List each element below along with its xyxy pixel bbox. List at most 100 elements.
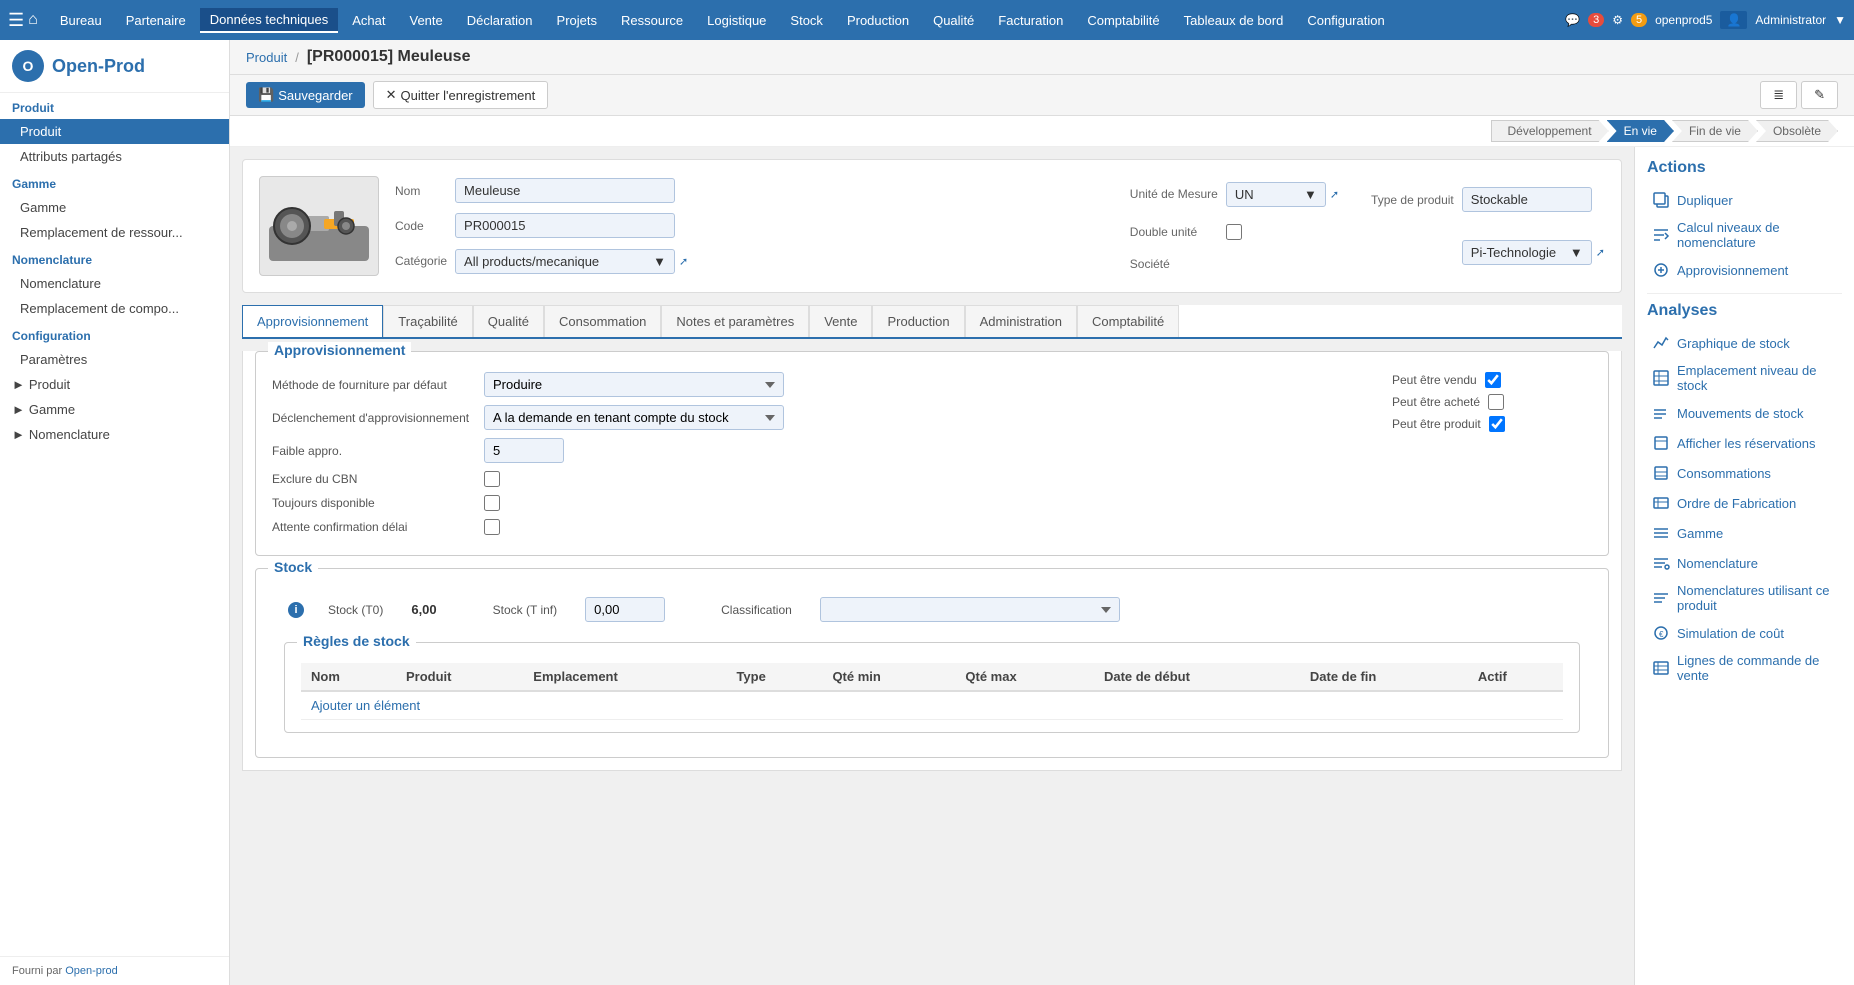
nav-logistique[interactable]: Logistique (697, 9, 776, 32)
sidebar-item-nomenclature[interactable]: Nomenclature (0, 271, 229, 296)
hamburger-icon[interactable]: ☰ (8, 10, 24, 31)
sidebar-group-gamme[interactable]: ► Gamme (0, 397, 229, 422)
breadcrumb-parent[interactable]: Produit (246, 50, 287, 65)
declenchement-select[interactable]: A la demande en tenant compte du stock (484, 405, 784, 430)
tab-production[interactable]: Production (872, 305, 964, 337)
tab-approvisionnement[interactable]: Approvisionnement (242, 305, 383, 339)
tab-tracabilite[interactable]: Traçabilité (383, 305, 472, 337)
regles-section: Règles de stock Nom Produit Emplacement … (284, 642, 1580, 733)
navbar-brand: ☰ ⌂ (8, 10, 38, 31)
status-developpement[interactable]: Développement (1491, 120, 1609, 142)
nav-projets[interactable]: Projets (547, 9, 607, 32)
analyse-reservations[interactable]: Afficher les réservations (1647, 428, 1842, 458)
sidebar-section-nomenclature[interactable]: Nomenclature (0, 245, 229, 271)
nav-comptabilite[interactable]: Comptabilité (1077, 9, 1169, 32)
nav-achat[interactable]: Achat (342, 9, 395, 32)
tab-consommation[interactable]: Consommation (544, 305, 661, 337)
unite-select[interactable]: UN ▼ (1226, 182, 1326, 207)
tab-administration[interactable]: Administration (965, 305, 1077, 337)
faible-input[interactable] (484, 438, 564, 463)
nav-vente[interactable]: Vente (400, 9, 453, 32)
chevron-right-icon-2: ► (12, 402, 25, 417)
sidebar-item-produit[interactable]: Produit (0, 119, 229, 144)
analyse-gamme[interactable]: Gamme (1647, 518, 1842, 548)
save-button[interactable]: 💾 Sauvegarder (246, 82, 365, 108)
status-obsolete[interactable]: Obsolète (1756, 120, 1838, 142)
action-dupliquer[interactable]: Dupliquer (1647, 185, 1842, 215)
peut-achete-checkbox[interactable] (1488, 394, 1504, 410)
sidebar-item-gamme[interactable]: Gamme (0, 195, 229, 220)
analyse-emplacement-stock[interactable]: Emplacement niveau de stock (1647, 358, 1842, 398)
attente-checkbox[interactable] (484, 519, 500, 535)
analyse-lignes-commande[interactable]: Lignes de commande de vente (1647, 648, 1842, 688)
unite-external-link[interactable]: ➚ (1330, 188, 1339, 201)
categorie-select[interactable]: All products/mecanique ▼ (455, 249, 675, 274)
tab-vente[interactable]: Vente (809, 305, 872, 337)
discard-button[interactable]: ✕ Quitter l'enregistrement (373, 81, 549, 109)
info-icon[interactable]: i (288, 602, 304, 618)
sidebar-section-gamme[interactable]: Gamme (0, 169, 229, 195)
nav-qualite[interactable]: Qualité (923, 9, 984, 32)
admin-label[interactable]: Administrator (1755, 13, 1826, 27)
tab-notes-parametres[interactable]: Notes et paramètres (661, 305, 809, 337)
status-fin-de-vie[interactable]: Fin de vie (1672, 120, 1758, 142)
peut-produit-checkbox[interactable] (1489, 416, 1505, 432)
nav-production[interactable]: Production (837, 9, 919, 32)
analyse-graphique-stock[interactable]: Graphique de stock (1647, 328, 1842, 358)
societe-external-link[interactable]: ➚ (1596, 246, 1605, 259)
double-unite-checkbox[interactable] (1226, 224, 1242, 240)
action-approvisionnement[interactable]: Approvisionnement (1647, 255, 1842, 285)
nom-input[interactable] (455, 178, 675, 203)
sidebar-item-attributs[interactable]: Attributs partagés (0, 144, 229, 169)
appro-right: Peut être vendu Peut être acheté Peut êt… (1392, 372, 1592, 543)
analyse-mouvements-stock[interactable]: Mouvements de stock (1647, 398, 1842, 428)
tab-comptabilite[interactable]: Comptabilité (1077, 305, 1179, 337)
user-avatar-icon[interactable]: 👤 (1720, 11, 1747, 29)
analyse-nomenclature[interactable]: Nomenclature (1647, 548, 1842, 578)
sidebar-item-parametres[interactable]: Paramètres (0, 347, 229, 372)
nav-facturation[interactable]: Facturation (988, 9, 1073, 32)
societe-select[interactable]: Pi-Technologie ▼ (1462, 240, 1592, 265)
sidebar-section-configuration[interactable]: Configuration (0, 321, 229, 347)
nav-bureau[interactable]: Bureau (50, 9, 112, 32)
nav-configuration[interactable]: Configuration (1297, 9, 1394, 32)
sidebar-group-nomenclature[interactable]: ► Nomenclature (0, 422, 229, 447)
nav-stock[interactable]: Stock (780, 9, 833, 32)
nav-tableaux[interactable]: Tableaux de bord (1174, 9, 1294, 32)
dropdown-arrow-icon[interactable]: ▼ (1834, 13, 1846, 27)
nav-declaration[interactable]: Déclaration (457, 9, 543, 32)
code-input[interactable] (455, 213, 675, 238)
peut-vendu-checkbox[interactable] (1485, 372, 1501, 388)
classification-select[interactable] (820, 597, 1120, 622)
analyse-simulation-cout[interactable]: € Simulation de coût (1647, 618, 1842, 648)
sidebar-section-produit[interactable]: Produit (0, 93, 229, 119)
action-calcul-niveaux[interactable]: Calcul niveaux de nomenclature (1647, 215, 1842, 255)
settings-icon[interactable]: ⚙ (1612, 13, 1623, 27)
type-produit-select[interactable]: Stockable (1462, 187, 1592, 212)
regles-table: Nom Produit Emplacement Type Qté min Qté… (301, 663, 1563, 720)
tab-qualite[interactable]: Qualité (473, 305, 544, 337)
nav-ressource[interactable]: Ressource (611, 9, 693, 32)
analyse-consommations[interactable]: Consommations (1647, 458, 1842, 488)
sidebar-group-produit[interactable]: ► Produit (0, 372, 229, 397)
gamme-icon (1651, 523, 1671, 543)
sidebar-item-remplacement-compo[interactable]: Remplacement de compo... (0, 296, 229, 321)
nav-partenaire[interactable]: Partenaire (116, 9, 196, 32)
col-qte-min: Qté min (822, 663, 955, 691)
footer-link[interactable]: Open-prod (65, 965, 118, 977)
exclure-checkbox[interactable] (484, 471, 500, 487)
add-element-link[interactable]: Ajouter un élément (311, 698, 420, 713)
chat-icon[interactable]: 💬 (1565, 13, 1580, 27)
edit-view-button[interactable]: ✎ (1801, 81, 1838, 109)
status-en-vie[interactable]: En vie (1607, 120, 1674, 142)
home-icon[interactable]: ⌂ (28, 11, 38, 29)
nav-donnees-techniques[interactable]: Données techniques (200, 8, 339, 33)
methode-select[interactable]: Produire (484, 372, 784, 397)
categorie-external-link[interactable]: ➚ (679, 255, 688, 268)
stock-inf-input[interactable] (585, 597, 665, 622)
analyse-ordre-fabrication[interactable]: Ordre de Fabrication (1647, 488, 1842, 518)
analyse-nomenclatures-utilisant[interactable]: Nomenclatures utilisant ce produit (1647, 578, 1842, 618)
sidebar-item-remplacement-ressource[interactable]: Remplacement de ressour... (0, 220, 229, 245)
toujours-checkbox[interactable] (484, 495, 500, 511)
list-view-button[interactable]: ≣ (1760, 81, 1797, 109)
